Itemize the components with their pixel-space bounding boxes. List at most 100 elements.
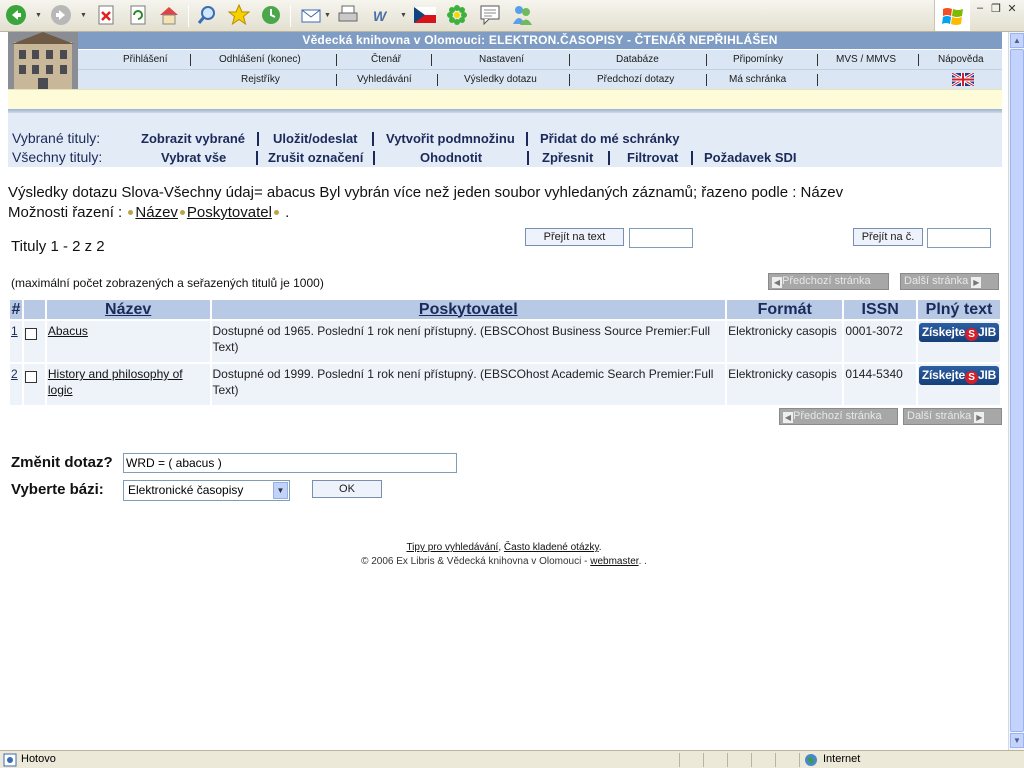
sdi-request-link[interactable]: Požadavek SDI bbox=[704, 150, 797, 165]
get-jib-button[interactable]: Získejte S JIB bbox=[918, 323, 999, 342]
nav-logout[interactable]: Odhlášení (konec) bbox=[219, 54, 301, 65]
discuss-icon[interactable] bbox=[478, 3, 502, 27]
query-input[interactable]: WRD = ( abacus ) bbox=[123, 453, 457, 473]
row-number-link[interactable]: 1 bbox=[11, 324, 18, 338]
row-number-link[interactable]: 2 bbox=[11, 367, 18, 381]
refresh-icon[interactable] bbox=[126, 3, 150, 27]
vertical-scrollbar[interactable]: ▲ ▼ bbox=[1008, 32, 1024, 750]
page-title: Vědecká knihovna v Olomouci: ELEKTRON.ČA… bbox=[78, 32, 1002, 49]
nav-feedback[interactable]: Připomínky bbox=[733, 54, 783, 65]
goto-text-input[interactable] bbox=[629, 228, 693, 248]
refine-link[interactable]: Zpřesnit bbox=[542, 150, 593, 165]
nav-previous-queries[interactable]: Předchozí dotazy bbox=[597, 74, 674, 85]
row-select bbox=[23, 364, 45, 405]
search-icon[interactable] bbox=[195, 3, 219, 27]
row-checkbox[interactable] bbox=[24, 371, 37, 383]
back-icon[interactable] bbox=[4, 3, 28, 27]
base-select[interactable]: Elektronické časopisy ▼ bbox=[123, 480, 290, 501]
nav-login[interactable]: Přihlášení bbox=[123, 54, 167, 65]
faq-link[interactable]: Často kladené otázky bbox=[504, 542, 599, 553]
title-link[interactable]: History and philosophy of logic bbox=[48, 367, 183, 397]
nav-search[interactable]: Vyhledávání bbox=[357, 74, 412, 85]
max-results-note: (maximální počet zobrazených a seřazenýc… bbox=[11, 276, 324, 290]
back-dropdown-icon[interactable]: ▼ bbox=[35, 12, 42, 19]
row-provider: Dostupné od 1965. Poslední 1 rok není př… bbox=[211, 321, 726, 362]
nav-my-basket[interactable]: Má schránka bbox=[729, 74, 786, 85]
english-flag-icon[interactable] bbox=[951, 71, 975, 89]
search-tips-link[interactable]: Tipy pro vyhledávání bbox=[406, 542, 498, 553]
forward-dropdown-icon[interactable]: ▼ bbox=[80, 12, 87, 19]
main-nav: Přihlášení Odhlášení (konec) Čtenář Nast… bbox=[78, 50, 1002, 69]
messenger-icon[interactable] bbox=[510, 3, 534, 27]
nav-reader[interactable]: Čtenář bbox=[371, 54, 401, 65]
edit-dropdown-icon[interactable]: ▼ bbox=[400, 12, 407, 19]
row-fulltext: Získejte S JIB bbox=[917, 321, 1000, 362]
page-viewport: Vědecká knihovna v Olomouci: ELEKTRON.ČA… bbox=[0, 32, 1008, 750]
goto-number-button[interactable]: Přejít na č. bbox=[853, 228, 923, 246]
zone-label: Internet bbox=[823, 753, 861, 765]
nav-browse[interactable]: Rejstříky bbox=[241, 74, 280, 85]
table-header-row: # Název Poskytovatel Formát ISSN Plný te… bbox=[10, 300, 1000, 319]
get-jib-button[interactable]: Získejte S JIB bbox=[918, 366, 999, 385]
home-icon[interactable] bbox=[157, 3, 181, 27]
print-icon[interactable] bbox=[336, 3, 360, 27]
czech-flag-icon[interactable] bbox=[413, 3, 437, 27]
sort-by-provider-link[interactable]: Poskytovatel bbox=[187, 204, 272, 221]
nav-ill[interactable]: MVS / MMVS bbox=[836, 54, 896, 65]
col-title[interactable]: Název bbox=[46, 300, 210, 319]
status-text: Hotovo bbox=[21, 753, 56, 765]
change-query-label: Změnit dotaz? bbox=[11, 454, 113, 471]
titles-count: Tituly 1 - 2 z 2 bbox=[11, 238, 105, 255]
history-icon[interactable] bbox=[259, 3, 283, 27]
next-page-button-top[interactable]: Další stránka ▶ bbox=[900, 273, 999, 290]
results-heading: Výsledky dotazu Slova-Všechny údaj= abac… bbox=[8, 184, 844, 201]
rank-link[interactable]: Ohodnotit bbox=[420, 150, 482, 165]
scroll-thumb[interactable] bbox=[1010, 49, 1024, 732]
favorites-icon[interactable] bbox=[227, 3, 251, 27]
forward-icon[interactable] bbox=[49, 3, 73, 27]
show-selected-link[interactable]: Zobrazit vybrané bbox=[141, 131, 245, 146]
nav-databases[interactable]: Databáze bbox=[616, 54, 659, 65]
col-number: # bbox=[10, 300, 22, 319]
library-building-image bbox=[8, 32, 78, 90]
message-bar bbox=[8, 89, 1002, 109]
footer-links: Tipy pro vyhledávání, Často kladené otáz… bbox=[406, 542, 602, 553]
title-link[interactable]: Abacus bbox=[48, 324, 88, 338]
edit-word-icon[interactable]: W bbox=[369, 3, 393, 27]
create-subset-link[interactable]: Vytvořit podmnožinu bbox=[386, 131, 515, 146]
sort-label: Možnosti řazení : bbox=[8, 204, 123, 221]
webmaster-link[interactable]: webmaster bbox=[590, 556, 638, 567]
minimize-icon[interactable]: – bbox=[973, 2, 987, 14]
svg-text:W: W bbox=[373, 8, 388, 24]
close-icon[interactable]: ✕ bbox=[1005, 2, 1019, 15]
chevron-down-icon[interactable]: ▼ bbox=[273, 482, 288, 499]
stop-icon[interactable] bbox=[94, 3, 118, 27]
mail-icon[interactable] bbox=[299, 3, 323, 27]
ok-button[interactable]: OK bbox=[312, 480, 382, 498]
add-to-basket-link[interactable]: Přidat do mé schránky bbox=[540, 131, 679, 146]
selection-toolbar: Vybrané tituly: Zobrazit vybrané Uložit/… bbox=[8, 113, 1002, 167]
save-send-link[interactable]: Uložit/odeslat bbox=[273, 131, 358, 146]
restore-icon[interactable]: ❐ bbox=[989, 2, 1003, 15]
sort-by-title-link[interactable]: Název bbox=[135, 204, 178, 221]
row-checkbox[interactable] bbox=[24, 328, 37, 340]
prev-page-button-bottom[interactable]: ◀ Předchozí stránka bbox=[779, 408, 898, 425]
goto-number-input[interactable] bbox=[927, 228, 991, 248]
clear-selection-link[interactable]: Zrušit označení bbox=[268, 150, 363, 165]
col-provider[interactable]: Poskytovatel bbox=[211, 300, 726, 319]
scroll-up-icon[interactable]: ▲ bbox=[1010, 33, 1024, 48]
nav-help[interactable]: Nápověda bbox=[938, 54, 984, 65]
next-page-button-bottom[interactable]: Další stránka ▶ bbox=[903, 408, 1002, 425]
select-all-link[interactable]: Vybrat vše bbox=[161, 150, 226, 165]
nav-results[interactable]: Výsledky dotazu bbox=[464, 74, 537, 85]
icq-icon[interactable] bbox=[445, 3, 469, 27]
mail-dropdown-icon[interactable]: ▼ bbox=[324, 12, 331, 19]
goto-text-button[interactable]: Přejít na text bbox=[525, 228, 624, 246]
prev-page-button-top[interactable]: ◀ Předchozí stránka bbox=[768, 273, 889, 290]
sfx-icon: S bbox=[964, 371, 978, 384]
chevron-right-icon: ▶ bbox=[974, 412, 985, 423]
nav-settings[interactable]: Nastavení bbox=[479, 54, 524, 65]
scroll-down-icon[interactable]: ▼ bbox=[1010, 733, 1024, 748]
table-row: 1 Abacus Dostupné od 1965. Poslední 1 ro… bbox=[10, 321, 1000, 362]
filter-link[interactable]: Filtrovat bbox=[627, 150, 678, 165]
